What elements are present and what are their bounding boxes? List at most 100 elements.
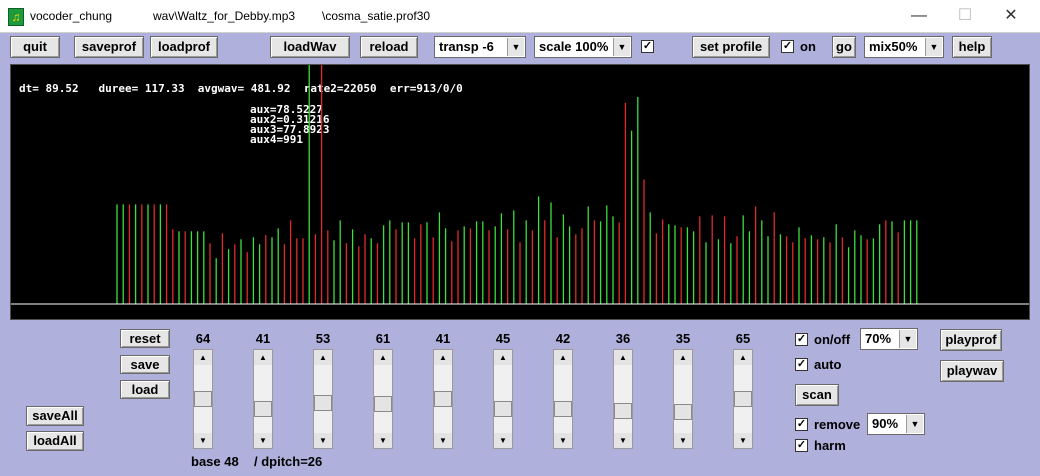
app-name: vocoder_chung: [30, 9, 113, 23]
slider-label: 36: [615, 331, 631, 346]
chevron-down-icon: ▼: [899, 330, 916, 348]
onoff-checkbox[interactable]: ✓: [795, 333, 808, 346]
arrow-up-icon[interactable]: ▲: [374, 350, 392, 365]
slider-label: 41: [255, 331, 271, 346]
playwav-button[interactable]: playwav: [940, 360, 1004, 382]
arrow-up-icon[interactable]: ▲: [494, 350, 512, 365]
slider-label: 45: [495, 331, 511, 346]
arrow-down-icon[interactable]: ▼: [374, 433, 392, 448]
saveall-button[interactable]: saveAll: [26, 406, 84, 426]
band-slider[interactable]: ▲ ▼: [613, 349, 633, 449]
band-slider[interactable]: ▲ ▼: [673, 349, 693, 449]
harm-checkbox[interactable]: ✓: [795, 439, 808, 452]
arrow-up-icon[interactable]: ▲: [194, 350, 212, 365]
title-bar: ♫ vocoder_chung wav\Waltz_for_Debby.mp3 …: [0, 0, 1040, 33]
onoff-label: on/off: [814, 332, 851, 347]
arrow-down-icon[interactable]: ▼: [554, 433, 572, 448]
minimize-button[interactable]: —: [904, 5, 934, 27]
quit-button[interactable]: quit: [10, 36, 60, 58]
band-slider[interactable]: ▲ ▼: [313, 349, 333, 449]
remove-level-select[interactable]: 90% ▼: [867, 413, 925, 435]
slider-thumb[interactable]: [314, 394, 332, 411]
loadprof-button[interactable]: loadprof: [150, 36, 218, 58]
spectrum-display: dt= 89.52 duree= 117.33 avgwav= 481.92 r…: [10, 64, 1030, 320]
arrow-up-icon[interactable]: ▲: [434, 350, 452, 365]
go-button[interactable]: go: [832, 36, 856, 58]
arrow-up-icon[interactable]: ▲: [734, 350, 752, 365]
maximize-button[interactable]: ☐: [950, 5, 980, 27]
aux4-value: aux4=991: [250, 133, 303, 146]
reset-button[interactable]: reset: [120, 329, 170, 348]
on-checkbox[interactable]: ✓: [781, 40, 794, 53]
band-slider[interactable]: ▲ ▼: [433, 349, 453, 449]
reload-button[interactable]: reload: [360, 36, 418, 58]
arrow-down-icon[interactable]: ▼: [734, 433, 752, 448]
slider-thumb[interactable]: [494, 401, 512, 418]
base-label: base 48: [191, 454, 239, 469]
band-slider[interactable]: ▲ ▼: [553, 349, 573, 449]
auto-label: auto: [814, 357, 842, 372]
slider-label: 65: [735, 331, 751, 346]
slider-label: 41: [435, 331, 451, 346]
remove-checkbox[interactable]: ✓: [795, 418, 808, 431]
arrow-up-icon[interactable]: ▲: [254, 350, 272, 365]
slider-label: 42: [555, 331, 571, 346]
chevron-down-icon: ▼: [925, 38, 942, 56]
slider-label: 53: [315, 331, 331, 346]
arrow-up-icon[interactable]: ▲: [614, 350, 632, 365]
slider-thumb[interactable]: [254, 401, 272, 418]
arrow-down-icon[interactable]: ▼: [314, 433, 332, 448]
chevron-down-icon: ▼: [906, 415, 923, 433]
saveprof-button[interactable]: saveprof: [74, 36, 144, 58]
arrow-down-icon[interactable]: ▼: [254, 433, 272, 448]
help-button[interactable]: help: [952, 36, 992, 58]
arrow-down-icon[interactable]: ▼: [674, 433, 692, 448]
band-slider[interactable]: ▲ ▼: [373, 349, 393, 449]
arrow-down-icon[interactable]: ▼: [614, 433, 632, 448]
set-profile-button[interactable]: set profile: [692, 36, 770, 58]
band-slider[interactable]: ▲ ▼: [493, 349, 513, 449]
band-slider[interactable]: ▲ ▼: [733, 349, 753, 449]
clef-icon: ♫: [8, 8, 24, 26]
slider-label: 64: [195, 331, 211, 346]
scale-select[interactable]: scale 100% ▼: [534, 36, 632, 58]
spectrum-chart: dt= 89.52 duree= 117.33 avgwav= 481.92 r…: [11, 65, 1029, 305]
auto-checkbox[interactable]: ✓: [795, 358, 808, 371]
arrow-down-icon[interactable]: ▼: [434, 433, 452, 448]
arrow-up-icon[interactable]: ▲: [554, 350, 572, 365]
band-slider[interactable]: ▲ ▼: [253, 349, 273, 449]
transp-select[interactable]: transp -6 ▼: [434, 36, 526, 58]
loadwav-button[interactable]: loadWav: [270, 36, 350, 58]
slider-thumb[interactable]: [554, 401, 572, 418]
slider-label: 35: [675, 331, 691, 346]
arrow-down-icon[interactable]: ▼: [494, 433, 512, 448]
arrow-up-icon[interactable]: ▲: [674, 350, 692, 365]
stats-text: dt= 89.52 duree= 117.33 avgwav= 481.92 r…: [19, 82, 463, 95]
arrow-down-icon[interactable]: ▼: [194, 433, 212, 448]
chevron-down-icon: ▼: [613, 38, 630, 56]
slider-thumb[interactable]: [434, 391, 452, 407]
onoff-level-select[interactable]: 70% ▼: [860, 328, 918, 350]
band-slider[interactable]: ▲ ▼: [193, 349, 213, 449]
load-button[interactable]: load: [120, 380, 170, 399]
arrow-up-icon[interactable]: ▲: [314, 350, 332, 365]
scan-button[interactable]: scan: [795, 384, 839, 406]
maximize-icon: ☐: [957, 7, 973, 24]
slider-thumb[interactable]: [734, 391, 752, 407]
scale-checkbox[interactable]: ✓: [641, 40, 654, 53]
save-button[interactable]: save: [120, 355, 170, 374]
slider-thumb[interactable]: [614, 403, 632, 420]
mix-select[interactable]: mix50% ▼: [864, 36, 944, 58]
slider-thumb[interactable]: [374, 396, 392, 413]
loadall-button[interactable]: loadAll: [26, 431, 84, 451]
slider-thumb[interactable]: [194, 391, 212, 407]
profile-name: \cosma_satie.prof30: [322, 9, 431, 23]
on-label: on: [800, 39, 816, 54]
remove-label: remove: [814, 417, 861, 432]
dpitch-label: / dpitch=26: [254, 454, 323, 469]
slider-label: 61: [375, 331, 391, 346]
slider-thumb[interactable]: [674, 404, 692, 420]
close-button[interactable]: ✕: [996, 5, 1026, 27]
playprof-button[interactable]: playprof: [940, 329, 1002, 351]
close-icon: ✕: [1004, 7, 1018, 24]
